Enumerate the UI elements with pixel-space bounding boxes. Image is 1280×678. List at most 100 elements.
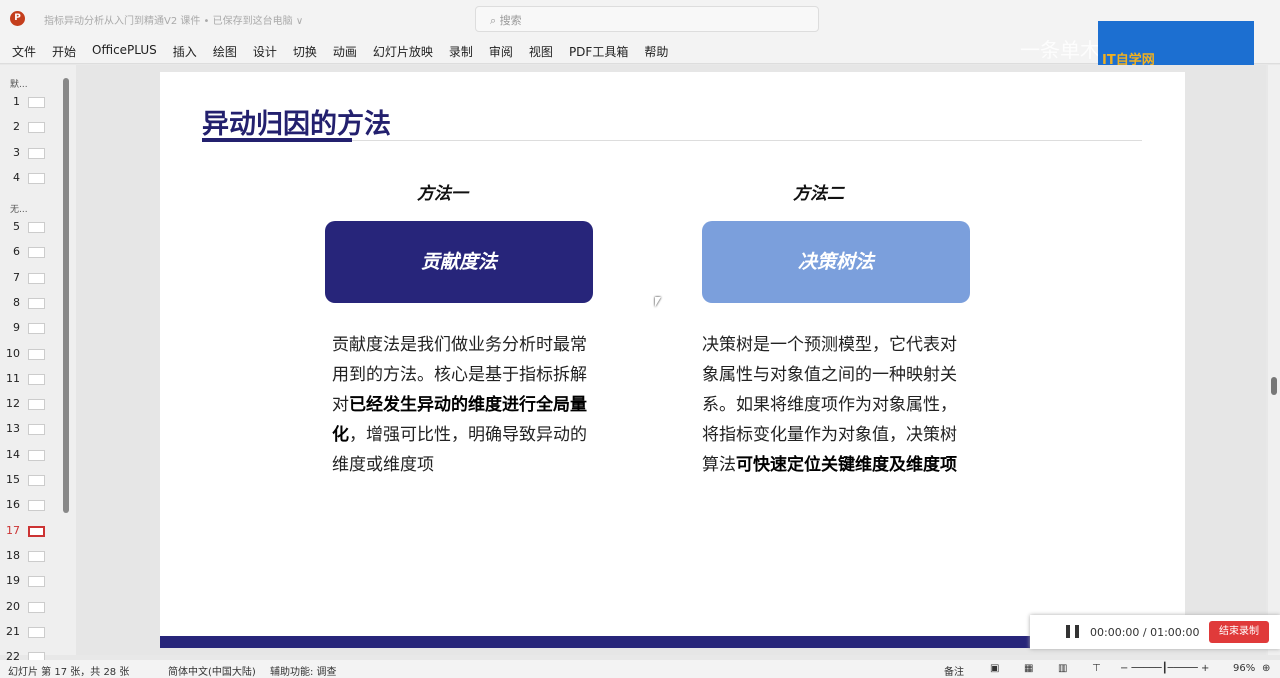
- method2-label: 方法二: [793, 184, 844, 204]
- menu-tab[interactable]: 插入: [173, 38, 205, 63]
- thumbnail-image: [28, 399, 45, 411]
- slide-number: 17: [6, 523, 20, 537]
- slide-number: 5: [13, 220, 20, 233]
- thumbnail-image: [28, 247, 45, 259]
- slide-number: 15: [6, 473, 20, 486]
- slide-thumbnail[interactable]: 14: [0, 446, 60, 466]
- powerpoint-logo-icon: P: [10, 11, 25, 26]
- menu-tab[interactable]: 视图: [529, 38, 561, 63]
- slide-number: 6: [13, 245, 20, 259]
- slide-thumbnail[interactable]: 1: [0, 93, 60, 113]
- pause-icon[interactable]: [1066, 625, 1079, 638]
- thumbnail-image: [28, 601, 45, 613]
- watermark-logo: IT自学网 codestudy365.com bilibili: [1098, 21, 1254, 71]
- slide-thumbnail[interactable]: 21: [0, 623, 60, 643]
- slide-number: 18: [6, 548, 20, 562]
- slide-thumbnail[interactable]: 20: [0, 598, 60, 618]
- thumbnail-scrollbar[interactable]: [63, 78, 69, 513]
- title-underline: [202, 138, 352, 142]
- menu-tab[interactable]: 设计: [253, 38, 285, 63]
- fit-icon[interactable]: ⊕: [1262, 663, 1270, 674]
- slide-thumbnail[interactable]: 12: [0, 395, 60, 415]
- thumbnail-image: [28, 122, 45, 134]
- menu-tab[interactable]: 文件: [12, 38, 44, 63]
- slide[interactable]: 异动归因的方法 方法一 方法二 贡献度法 决策树法 贡献度法是我们做业务分析时最…: [160, 72, 1185, 648]
- method1-label: 方法一: [417, 184, 468, 204]
- notes-button[interactable]: 备注: [944, 663, 964, 678]
- accessibility[interactable]: 辅助功能: 调查: [270, 663, 337, 678]
- vertical-scrollbar[interactable]: [1268, 65, 1280, 655]
- slide-number: 19: [6, 574, 20, 588]
- slide-number: 16: [6, 498, 20, 512]
- thumbnail-image: [28, 475, 45, 486]
- thumbnail-image: [28, 525, 45, 537]
- slide-number: 13: [6, 422, 20, 436]
- slide-thumbnail[interactable]: 7: [0, 269, 60, 289]
- document-title[interactable]: 指标异动分析从入门到精通V2 课件 • 已保存到这台电脑 ∨: [44, 12, 303, 27]
- menu-tab[interactable]: PDF工具箱: [569, 38, 636, 63]
- reading-view-icon[interactable]: ▥: [1058, 663, 1067, 674]
- menu-tab[interactable]: 切换: [293, 38, 325, 63]
- thumbnail-image: [28, 373, 45, 385]
- slide-number: 8: [13, 295, 20, 309]
- menu-tab[interactable]: 录制: [449, 38, 481, 63]
- method2-box: 决策树法: [702, 221, 970, 303]
- status-bar: 幻灯片 第 17 张，共 28 张 简体中文(中国大陆) 辅助功能: 调查 备注…: [0, 660, 1280, 678]
- divider: [352, 140, 1142, 141]
- slide-thumbnail[interactable]: 19: [0, 572, 60, 592]
- slide-info: 幻灯片 第 17 张，共 28 张: [8, 667, 130, 678]
- slide-number: 11: [6, 371, 20, 385]
- section-label[interactable]: 默...: [10, 77, 28, 90]
- stop-recording-button[interactable]: 结束录制: [1209, 621, 1269, 643]
- thumbnail-image: [28, 297, 45, 309]
- thumbnail-image: [28, 97, 45, 108]
- slide-number: 1: [13, 95, 20, 108]
- zoom-level[interactable]: 96%: [1233, 663, 1255, 674]
- slide-number: 21: [6, 624, 20, 638]
- text: ，增强可比性，明确导致异动的维度或维度项: [332, 425, 587, 475]
- sorter-view-icon[interactable]: ▦: [1024, 663, 1033, 674]
- slide-thumbnail[interactable]: 6: [0, 243, 60, 263]
- slide-thumbnail[interactable]: 2: [0, 118, 60, 138]
- slide-thumbnail[interactable]: 3: [0, 144, 60, 164]
- thumbnail-image: [28, 424, 45, 436]
- section-label[interactable]: 无...: [10, 202, 28, 215]
- slide-thumbnail[interactable]: 5: [0, 218, 60, 238]
- slide-number: 9: [13, 321, 20, 335]
- slide-thumbnail[interactable]: 13: [0, 420, 60, 440]
- menu-tab[interactable]: 幻灯片放映: [373, 38, 441, 63]
- slide-thumbnail[interactable]: 17: [0, 522, 60, 542]
- slide-number: 20: [6, 599, 20, 613]
- language[interactable]: 简体中文(中国大陆): [168, 663, 256, 678]
- search-placeholder: 搜索: [499, 14, 522, 27]
- slide-thumbnail[interactable]: 18: [0, 547, 60, 567]
- thumbnail-image: [28, 550, 45, 562]
- thumbnail-image: [28, 147, 45, 159]
- menu-tab[interactable]: 开始: [52, 38, 84, 63]
- thumbnail-image: [28, 323, 45, 335]
- slide-thumbnail[interactable]: 8: [0, 294, 60, 314]
- text: 决策树是一个预测模型，它代表对象属性与对象值之间的一种映射关系。如果将维度项作为…: [702, 335, 957, 475]
- scroll-thumb[interactable]: [1271, 377, 1277, 395]
- recording-time: 00:00:00 / 01:00:00: [1090, 626, 1200, 639]
- slide-thumbnail[interactable]: 10: [0, 345, 60, 365]
- slide-number: 2: [13, 120, 20, 134]
- menu-tab[interactable]: 动画: [333, 38, 365, 63]
- title-bar: P 指标异动分析从入门到精通V2 课件 • 已保存到这台电脑 ∨ ⌕ 搜索: [0, 0, 1280, 38]
- menu-tab[interactable]: 帮助: [644, 38, 676, 63]
- method1-description: 贡献度法是我们做业务分析时最常用到的方法。核心是基于指标拆解对已经发生异动的维度…: [332, 330, 602, 480]
- slideshow-icon[interactable]: ⊤: [1092, 663, 1101, 674]
- slide-thumbnail[interactable]: 9: [0, 319, 60, 339]
- menu-tab[interactable]: 审阅: [489, 38, 521, 63]
- thumbnail-image: [28, 348, 45, 360]
- search-box[interactable]: ⌕ 搜索: [475, 6, 819, 32]
- zoom-slider[interactable]: − ─────┃───── +: [1120, 663, 1209, 674]
- menu-tab[interactable]: OfficePLUS: [92, 38, 165, 63]
- slide-thumbnail[interactable]: 11: [0, 370, 60, 390]
- slide-thumbnail[interactable]: 4: [0, 169, 60, 189]
- normal-view-icon[interactable]: ▣: [990, 663, 999, 674]
- menu-tab[interactable]: 绘图: [213, 38, 245, 63]
- slide-thumbnail[interactable]: 16: [0, 496, 60, 516]
- slide-number: 3: [13, 145, 20, 159]
- slide-thumbnail[interactable]: 15: [0, 471, 60, 491]
